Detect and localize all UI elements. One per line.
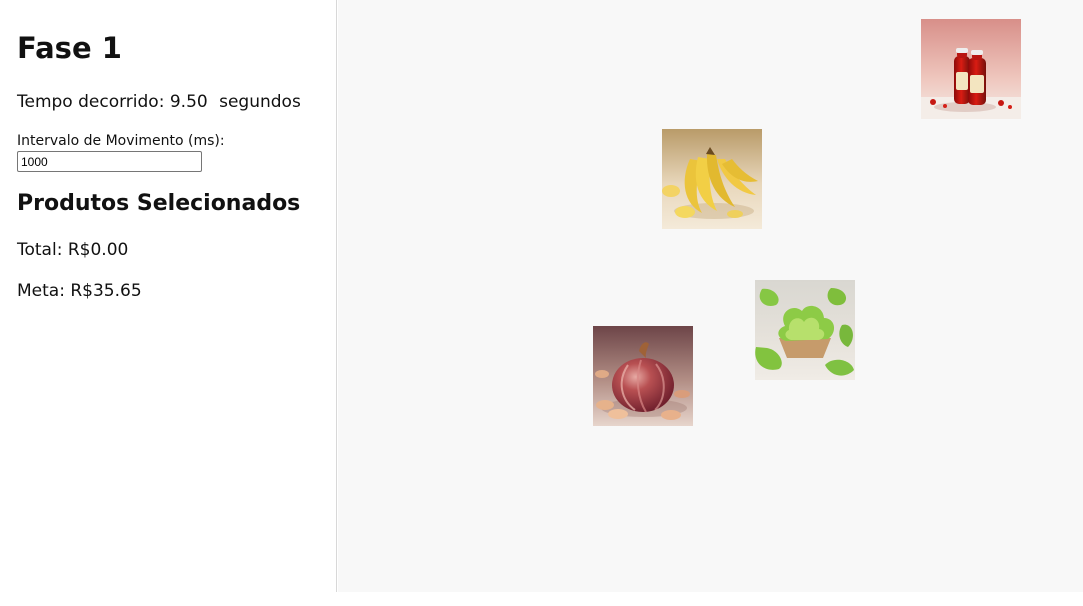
movement-interval-label: Intervalo de Movimento (ms): xyxy=(17,133,225,149)
phase-title: Fase 1 xyxy=(17,31,122,65)
onion-product[interactable] xyxy=(593,326,693,426)
red-onion-image xyxy=(593,326,693,426)
banana-product[interactable] xyxy=(662,129,762,229)
goal-label: Meta: xyxy=(17,281,65,301)
sidebar: Fase 1 Tempo decorrido: 9.50 segundos In… xyxy=(0,0,337,592)
elapsed-time: Tempo decorrido: 9.50 segundos xyxy=(17,92,301,112)
ketchup-bottles-image xyxy=(921,19,1021,119)
lettuce-product[interactable] xyxy=(755,280,855,380)
total-label: Total: xyxy=(17,240,63,260)
banana-bunch-image xyxy=(662,129,762,229)
selected-products-title: Produtos Selecionados xyxy=(17,191,301,216)
goal-value: R$35.65 xyxy=(70,281,142,301)
elapsed-time-label: Tempo decorrido: xyxy=(17,92,165,112)
total-value: R$0.00 xyxy=(67,240,129,260)
lettuce-image xyxy=(755,280,855,380)
game-area xyxy=(338,0,1083,592)
elapsed-time-unit: segundos xyxy=(219,92,301,112)
movement-interval-input[interactable] xyxy=(17,151,202,172)
ketchup-product[interactable] xyxy=(921,19,1021,119)
goal-amount: Meta: R$35.65 xyxy=(17,281,142,301)
elapsed-time-value: 9.50 xyxy=(169,92,208,112)
game-screen: Fase 1 Tempo decorrido: 9.50 segundos In… xyxy=(0,0,1083,592)
total-amount: Total: R$0.00 xyxy=(17,240,128,260)
